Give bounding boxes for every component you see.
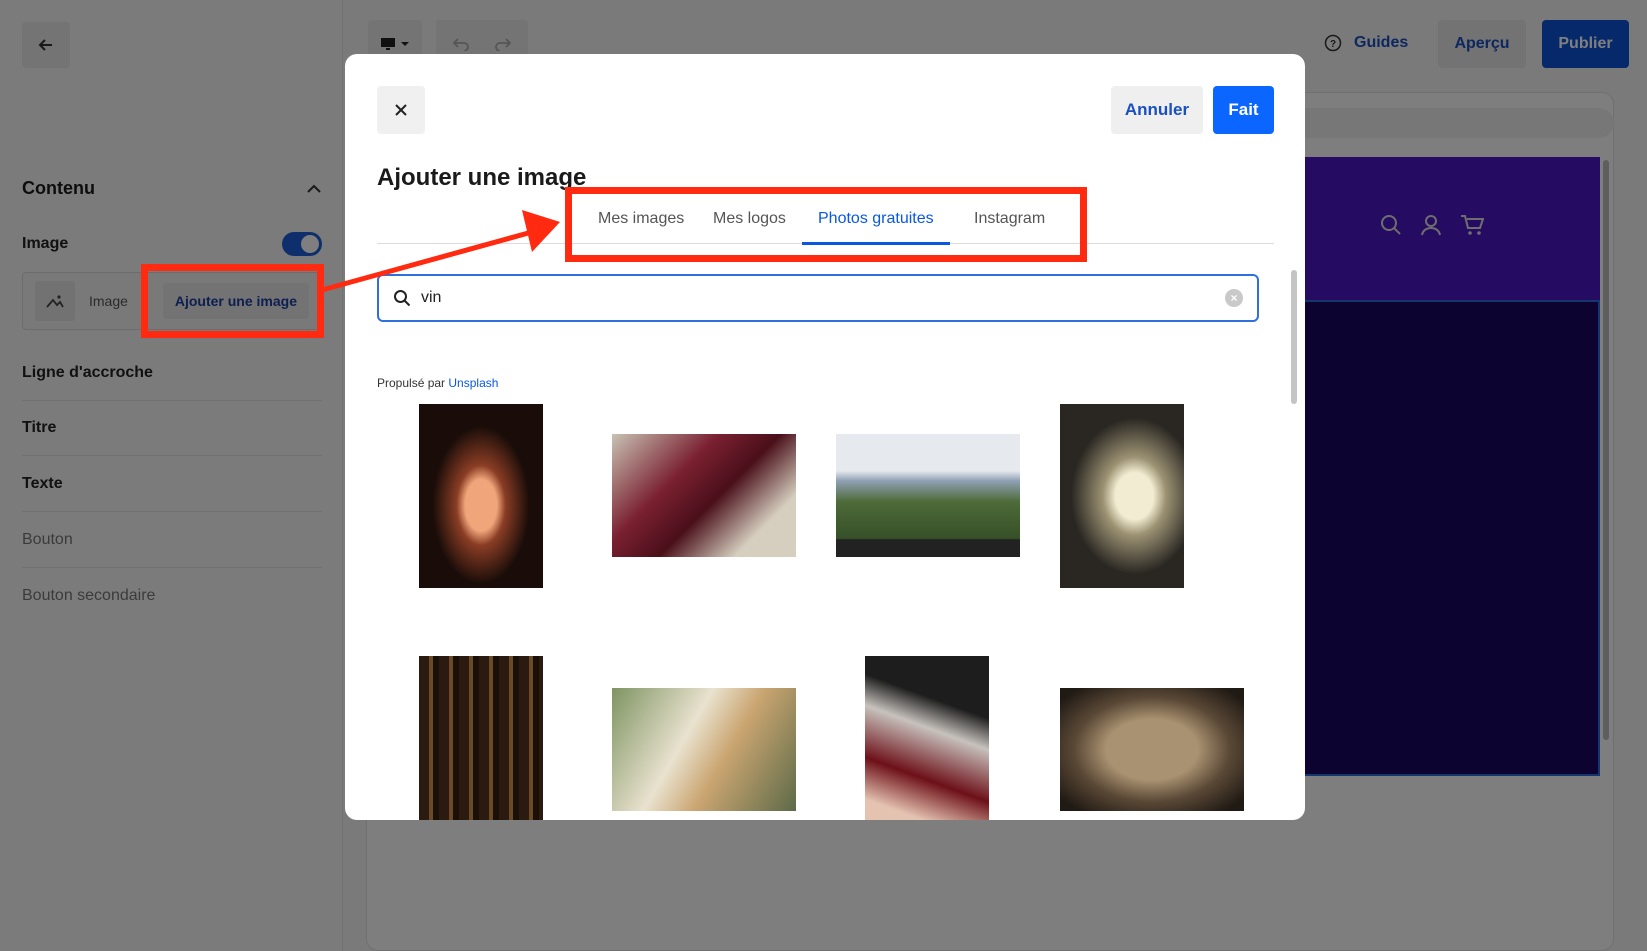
photo-result[interactable] [612, 688, 796, 811]
photo-result[interactable] [836, 434, 1020, 557]
unsplash-link[interactable]: Unsplash [448, 376, 498, 390]
photo-search-bar: × [377, 274, 1259, 322]
photo-result[interactable] [1060, 404, 1184, 588]
photo-result[interactable] [419, 656, 543, 820]
powered-by: Propulsé par Unsplash [377, 376, 498, 390]
photo-result[interactable] [612, 434, 796, 557]
modal-title: Ajouter une image [377, 164, 587, 191]
highlight-add-image-button [141, 264, 324, 338]
search-icon [394, 290, 411, 307]
done-button[interactable]: Fait [1213, 86, 1274, 134]
close-icon [395, 104, 407, 116]
photo-result[interactable] [865, 656, 989, 820]
modal-scrollbar[interactable] [1291, 270, 1297, 404]
clear-icon[interactable]: × [1225, 289, 1243, 307]
photo-result[interactable] [419, 404, 543, 588]
photo-search-input[interactable] [421, 289, 1215, 307]
add-image-modal: Annuler Fait Ajouter une image Mes image… [345, 54, 1305, 820]
close-button[interactable] [377, 86, 425, 134]
cancel-button[interactable]: Annuler [1111, 86, 1203, 134]
highlight-tabs [565, 187, 1087, 262]
powered-prefix: Propulsé par [377, 376, 446, 390]
photo-result[interactable] [1060, 688, 1244, 811]
